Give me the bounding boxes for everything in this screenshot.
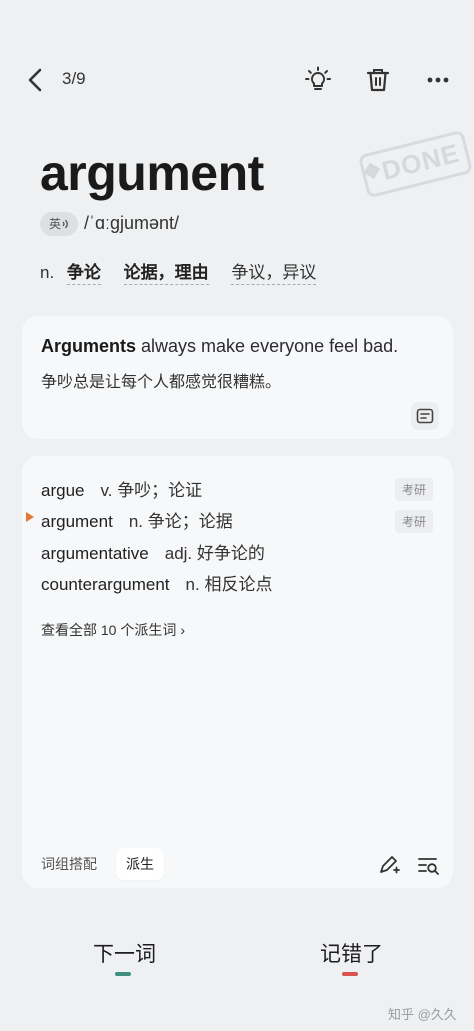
- definition-pos: n.: [40, 263, 55, 282]
- meaning-3[interactable]: 争议，异议: [231, 263, 317, 285]
- derivative-item[interactable]: argue v. 争吵；论证: [41, 476, 202, 501]
- derivative-item[interactable]: argumentative adj. 好争论的: [41, 539, 265, 564]
- example-highlight: Arguments: [41, 336, 137, 356]
- edit-note-icon[interactable]: [376, 852, 402, 878]
- derivatives-card: argue v. 争吵；论证 考研 argument n. 争论；论据 考研 arg…: [22, 456, 453, 888]
- example-rest: always make everyone feel bad.: [136, 336, 399, 356]
- derivative-pos: adj.: [164, 544, 193, 563]
- speaker-icon: [62, 219, 68, 229]
- next-word-button[interactable]: 下一词: [93, 938, 156, 968]
- phonetic-text: /ˈɑːɡjumənt/: [84, 213, 180, 233]
- derivative-word: argumentative: [41, 544, 149, 563]
- derivative-pos: n.: [185, 575, 200, 594]
- pronounce-button[interactable]: 英: [40, 212, 78, 236]
- headword: argument: [40, 145, 264, 201]
- progress-counter: 3/9: [62, 69, 86, 88]
- card-tabs: 词组搭配 派生: [22, 846, 453, 886]
- meaning-1[interactable]: 争论: [66, 263, 101, 285]
- derivative-pos: v.: [100, 481, 113, 500]
- tab-derivatives[interactable]: 派生: [116, 848, 164, 880]
- derivative-item-current[interactable]: argument n. 争论；论据: [41, 507, 233, 532]
- current-word-marker: [26, 512, 34, 522]
- chevron-right-icon: ›: [180, 622, 186, 638]
- back-arrow-icon[interactable]: [24, 66, 48, 94]
- exam-tag: 考研: [394, 478, 433, 501]
- more-options-icon[interactable]: [424, 66, 452, 94]
- exam-tag: 考研: [394, 510, 433, 533]
- derivative-word: counterargument: [41, 575, 170, 594]
- translation-toggle-icon[interactable]: [411, 402, 439, 430]
- derivative-meaning: 争吵；论证: [117, 481, 203, 500]
- meaning-2[interactable]: 论据，理由: [123, 263, 209, 285]
- derivative-meaning: 好争论的: [196, 544, 265, 563]
- example-sentence: Arguments always make everyone feel bad.: [41, 336, 398, 357]
- derivative-meaning: 争论；论据: [147, 512, 233, 531]
- lightbulb-icon[interactable]: [304, 66, 332, 94]
- done-stamp: DONE: [350, 120, 474, 211]
- derivative-item[interactable]: counterargument n. 相反论点: [41, 570, 272, 595]
- definitions: n. 争论 论据，理由 争议，异议: [40, 258, 334, 285]
- example-card: Arguments always make everyone feel bad.…: [22, 316, 453, 439]
- derivative-word: argue: [41, 481, 85, 500]
- wrong-indicator-bar: [342, 972, 358, 976]
- next-indicator-bar: [115, 972, 131, 976]
- trash-icon[interactable]: [364, 66, 392, 94]
- mark-wrong-button[interactable]: 记错了: [320, 938, 383, 968]
- search-list-icon[interactable]: [416, 852, 442, 878]
- derivative-pos: n.: [128, 512, 144, 531]
- view-all-derivatives-link[interactable]: 查看全部 10 个派生词 ›: [41, 620, 185, 640]
- tab-collocations[interactable]: 词组搭配: [41, 854, 97, 874]
- derivative-meaning: 相反论点: [204, 575, 273, 594]
- watermark: 知乎 @久久: [388, 1007, 457, 1022]
- accent-label: 英: [49, 217, 62, 231]
- derivative-word: argument: [41, 512, 113, 531]
- example-translation: 争吵总是让每个人都感觉很糟糕。: [41, 374, 282, 391]
- view-all-label: 查看全部 10 个派生词: [41, 622, 177, 638]
- top-bar: 3/9: [0, 60, 474, 100]
